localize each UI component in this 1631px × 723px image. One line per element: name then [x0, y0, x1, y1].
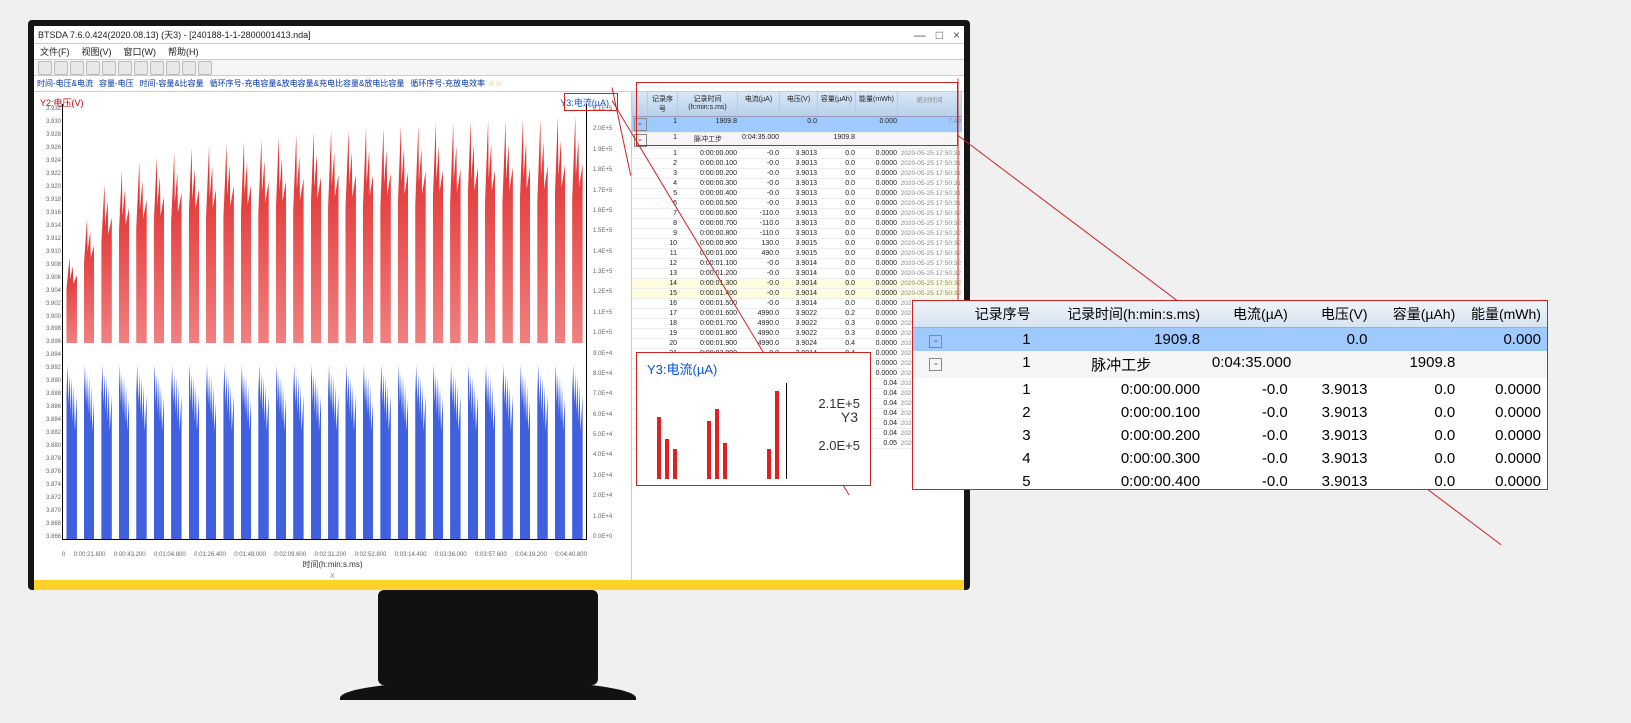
menu-bar: 文件(F) 视图(V) 窗口(W) 帮助(H) [34, 44, 964, 60]
col-capacity: 容量(µAh) [818, 92, 856, 116]
chart-tabs: 时间-电压&电流 容量-电压 时间-容量&比容量 循环序号-充电容量&放电容量&… [34, 76, 964, 92]
close-icon[interactable]: × [953, 28, 960, 42]
col-voltage: 电压(V) [780, 92, 818, 116]
toolbar-button[interactable] [86, 61, 100, 75]
plot-area [63, 104, 586, 539]
zcol-capacity: 容量(µAh) [1374, 301, 1462, 327]
zcol-current: 电流(µA) [1206, 301, 1294, 327]
zoom-table-callout: 记录序号 记录时间(h:min:s.ms) 电流(µA) 电压(V) 容量(µA… [912, 300, 1548, 490]
zcol-record-time: 记录时间(h:min:s.ms) [1037, 301, 1206, 327]
zoom-step-row[interactable]: - 1 脉冲工步 0:04:35.000 1909.8 [913, 351, 1547, 378]
menu-view[interactable]: 视图(V) [82, 45, 112, 58]
table-row[interactable]: 140:00:01.300-0.03.90140.00.00002020-05-… [632, 279, 962, 289]
x-axis-label: 时间(h:min:s.ms) [34, 559, 631, 570]
table-row[interactable]: 90:00:00.800-110.03.90130.00.00002020-05… [632, 229, 962, 239]
table-row[interactable]: 10:00:00.000-0.03.90130.00.00002020-05-2… [632, 149, 962, 159]
y3-axis-line [586, 104, 587, 540]
monitor-stand [378, 590, 598, 685]
status-bar [34, 580, 964, 590]
table-row[interactable]: 20:00:00.100-0.03.90130.00.00002020-05-2… [632, 159, 962, 169]
x-axis-line [62, 539, 587, 540]
star-icon[interactable]: ☆ [488, 79, 495, 88]
table-row[interactable]: 50:00:00.400-0.03.90130.00.00002020-05-2… [632, 189, 962, 199]
maximize-icon[interactable]: □ [936, 28, 943, 42]
collapse-icon[interactable]: - [634, 118, 647, 131]
table-row[interactable]: 30:00:00.200-0.03.90130.00.00002020-05-2… [632, 169, 962, 179]
toolbar-button[interactable] [182, 61, 196, 75]
mini-y3-ticks: 2.1E+5 2.0E+5 [818, 383, 860, 467]
toolbar [34, 60, 964, 76]
toolbar-button[interactable] [54, 61, 68, 75]
mini-y3-axis: Y3 [841, 409, 858, 425]
zoom-summary-row[interactable]: - 1 1909.8 0.0 0.000 [913, 328, 1547, 351]
toolbar-button[interactable] [150, 61, 164, 75]
menu-file[interactable]: 文件(F) [40, 45, 70, 58]
menu-help[interactable]: 帮助(H) [168, 45, 199, 58]
toolbar-button[interactable] [118, 61, 132, 75]
menu-window[interactable]: 窗口(W) [124, 45, 157, 58]
step-row[interactable]: - 1 脉冲工步 0:04:35.000 1909.8 [632, 133, 962, 149]
window-title: BTSDA 7.6.0.424(2020.08.13) (天3) - [2401… [38, 28, 311, 41]
app-window: BTSDA 7.6.0.424(2020.08.13) (天3) - [2401… [28, 20, 970, 590]
toolbar-button[interactable] [134, 61, 148, 75]
collapse-icon[interactable]: - [929, 335, 942, 348]
table-row[interactable]: 110:00:01.000490.03.90150.00.00002020-05… [632, 249, 962, 259]
mini-plot [647, 383, 787, 479]
table-row[interactable]: 120:00:01.100-0.03.90140.00.00002020-05-… [632, 259, 962, 269]
zoom-table-header: 记录序号 记录时间(h:min:s.ms) 电流(µA) 电压(V) 容量(µA… [913, 301, 1547, 328]
chart-panel[interactable]: Y2:电压(V) Y3:电流(µA) 3.9323.9303.9283.9263… [34, 92, 632, 580]
zcol-voltage: 电压(V) [1294, 301, 1374, 327]
zcol-record-no: 记录序号 [959, 301, 1037, 327]
col-energy: 能量(mWh) [856, 92, 898, 116]
zoom-chart-callout: Y3:电流(µA) 2.1E+5 2.0E+5 Y3 [636, 352, 871, 486]
star-icon[interactable]: ☆ [495, 79, 502, 88]
tab-cap-v[interactable]: 容量-电压 [96, 78, 137, 89]
table-row[interactable]: 130:00:01.200-0.03.90140.00.00002020-05-… [632, 269, 962, 279]
collapse-icon[interactable]: - [929, 358, 942, 371]
summary-row[interactable]: - 1 1909.8 0.0 0.000 7.49 [632, 117, 962, 133]
zcol-energy: 能量(mWh) [1461, 301, 1547, 327]
title-bar: BTSDA 7.6.0.424(2020.08.13) (天3) - [2401… [34, 26, 964, 44]
minimize-icon[interactable]: — [914, 28, 926, 42]
zoom-table-row[interactable]: 20:00:00.100-0.03.90130.00.0000 [913, 401, 1547, 424]
zoom-table-row[interactable]: 30:00:00.200-0.03.90130.00.0000 [913, 424, 1547, 447]
table-row[interactable]: 150:00:01.400-0.03.90140.00.00002020-05-… [632, 289, 962, 299]
table-header: 记录序号 记录时间(h:min:s.ms) 电流(µA) 电压(V) 容量(µA… [632, 92, 962, 117]
current-trace [63, 343, 586, 539]
table-row[interactable]: 40:00:00.300-0.03.90130.00.00002020-05-2… [632, 179, 962, 189]
toolbar-button[interactable] [198, 61, 212, 75]
zoom-table-row[interactable]: 50:00:00.400-0.03.90130.00.0000 [913, 470, 1547, 493]
col-timestamp: 绝对时间 [898, 92, 962, 116]
tab-time-vi[interactable]: 时间-电压&电流 [34, 78, 96, 89]
y3-mini-label: Y3:电流(µA) [647, 359, 717, 378]
toolbar-button[interactable] [166, 61, 180, 75]
col-record-no: 记录序号 [648, 92, 678, 116]
table-row[interactable]: 80:00:00.700-110.03.90130.00.00002020-05… [632, 219, 962, 229]
col-current: 电流(µA) [738, 92, 780, 116]
zoom-table-row[interactable]: 40:00:00.300-0.03.90130.00.0000 [913, 447, 1547, 470]
table-row[interactable]: 60:00:00.500-0.03.90130.00.00002020-05-2… [632, 199, 962, 209]
voltage-trace [63, 104, 586, 343]
col-record-time: 记录时间(h:min:s.ms) [678, 92, 738, 116]
toolbar-button[interactable] [70, 61, 84, 75]
callout-connector [958, 79, 959, 314]
toolbar-button[interactable] [38, 61, 52, 75]
y2-ticks: 3.9323.9303.9283.9263.9243.9223.9203.918… [34, 106, 61, 540]
tab-time-cap[interactable]: 时间-容量&比容量 [137, 78, 207, 89]
toolbar-button[interactable] [102, 61, 116, 75]
x-ticks: 00:00:21.6000:00:43.2000:01:04.8000:01:2… [62, 552, 587, 558]
tab-cycle-eff[interactable]: 循环序号-充放电效率 [407, 78, 488, 89]
x-sub-label: X [34, 573, 631, 580]
tab-cycle-cap[interactable]: 循环序号-充电容量&放电容量&充电比容量&放电比容量 [207, 78, 408, 89]
zoom-table-row[interactable]: 10:00:00.000-0.03.90130.00.0000 [913, 378, 1547, 401]
table-row[interactable]: 100:00:00.900130.03.90150.00.00002020-05… [632, 239, 962, 249]
y3-ticks: 2.1E+52.0E+51.9E+51.8E+51.7E+51.6E+51.5E… [589, 106, 631, 540]
